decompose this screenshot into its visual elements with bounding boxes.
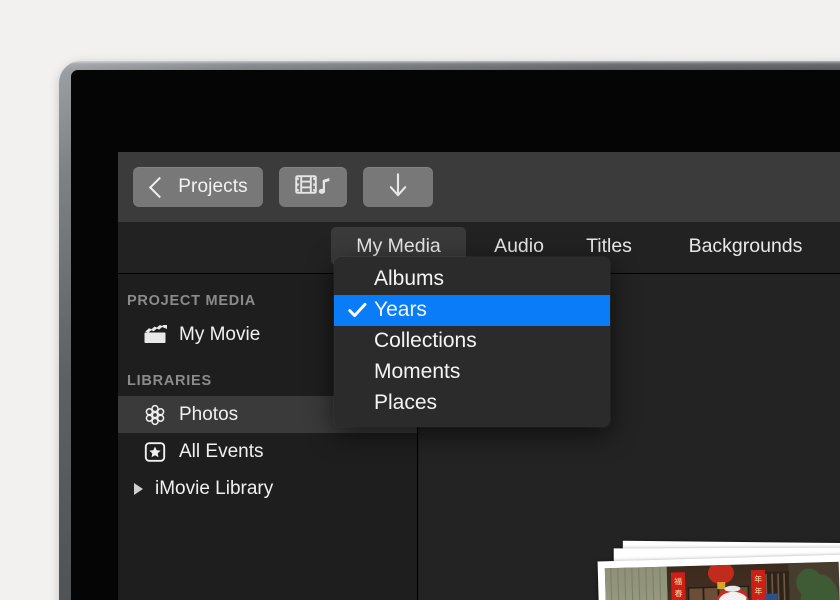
sidebar-item-my-movie-label: My Movie bbox=[179, 323, 261, 345]
svg-text:年: 年 bbox=[754, 574, 762, 584]
checkmark-icon bbox=[344, 302, 370, 319]
photos-flower-icon bbox=[140, 403, 170, 427]
tab-my-media-label: My Media bbox=[356, 235, 441, 257]
menu-item-albums-label: Albums bbox=[374, 267, 445, 290]
film-strip-music-note-icon bbox=[294, 172, 332, 203]
tab-titles-label: Titles bbox=[586, 235, 632, 257]
menu-item-collections-label: Collections bbox=[374, 329, 477, 352]
menu-item-places[interactable]: Places bbox=[334, 388, 610, 419]
photo-stack-card-front[interactable]: 福春 喜财 安康 年年 有余 吉祥 bbox=[597, 554, 840, 600]
svg-text:春: 春 bbox=[674, 588, 682, 598]
clapperboard-icon bbox=[140, 324, 170, 345]
library-view-dropdown-menu[interactable]: Albums Years Collections Moments Places bbox=[334, 257, 610, 427]
tab-audio-label: Audio bbox=[494, 235, 544, 257]
imovie-app-window: Projects My Media Audio Titles Backgroun… bbox=[118, 152, 840, 600]
back-to-projects-label: Projects bbox=[178, 176, 248, 197]
menu-item-moments[interactable]: Moments bbox=[334, 357, 610, 388]
back-to-projects-button[interactable]: Projects bbox=[133, 167, 263, 207]
screenshot-stage: Projects My Media Audio Titles Backgroun… bbox=[0, 0, 840, 600]
menu-item-places-label: Places bbox=[374, 391, 438, 414]
disclosure-triangle-icon[interactable] bbox=[127, 482, 149, 495]
arrow-down-icon bbox=[387, 171, 409, 204]
sidebar-item-all-events[interactable]: All Events bbox=[118, 433, 417, 470]
menu-item-collections[interactable]: Collections bbox=[334, 326, 610, 357]
sidebar-item-photos-label: Photos bbox=[179, 403, 239, 425]
menu-item-moments-label: Moments bbox=[374, 360, 461, 383]
menu-item-years-label: Years bbox=[374, 298, 427, 321]
sidebar-item-all-events-label: All Events bbox=[179, 440, 264, 462]
import-media-button[interactable] bbox=[279, 167, 347, 207]
svg-text:年: 年 bbox=[754, 586, 762, 596]
tab-backgrounds[interactable]: Backgrounds bbox=[658, 227, 833, 265]
sidebar-item-imovie-library-label: iMovie Library bbox=[155, 477, 274, 499]
tab-backgrounds-label: Backgrounds bbox=[688, 235, 803, 257]
menu-item-albums[interactable]: Albums bbox=[334, 264, 610, 295]
star-square-icon bbox=[140, 440, 170, 464]
svg-text:福: 福 bbox=[674, 577, 682, 586]
menu-item-years[interactable]: Years bbox=[334, 295, 610, 326]
chevron-left-icon bbox=[149, 176, 171, 198]
photo-thumbnail-image: 福春 喜财 安康 年年 有余 吉祥 bbox=[604, 561, 840, 600]
app-toolbar: Projects bbox=[118, 152, 840, 222]
download-button[interactable] bbox=[363, 167, 433, 207]
sidebar-item-imovie-library[interactable]: iMovie Library bbox=[118, 470, 417, 507]
